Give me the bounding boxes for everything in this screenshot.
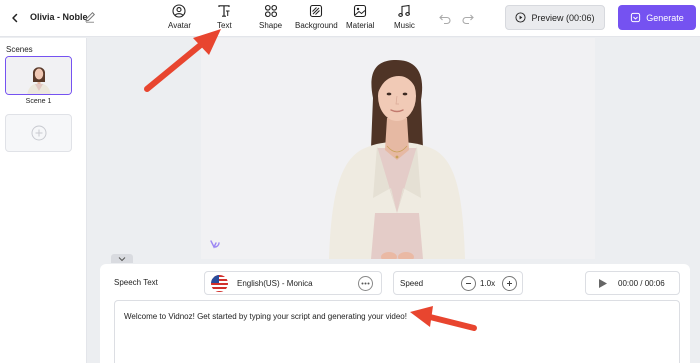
undo-icon [439,14,451,25]
script-text-input[interactable]: Welcome to Vidnoz! Get started by typing… [114,300,680,363]
undo-button[interactable] [438,11,452,25]
avatar-thumbnail-image [6,57,71,94]
pencil-icon [85,11,96,23]
playback-time: 00:00 / 00:06 [618,279,665,288]
tool-text[interactable]: Text [217,4,232,34]
redo-icon [462,14,474,25]
scene-label: Scene 1 [25,98,52,105]
generate-icon [631,12,641,23]
collapse-panel-button[interactable] [111,254,133,263]
speech-text-label: Speech Text [114,278,158,287]
scene-thumbnail[interactable] [5,56,72,95]
speed-increase-button[interactable] [502,276,517,291]
scenes-panel: Scenes Scene 1 [0,38,87,363]
chevron-left-icon [12,13,18,23]
speed-label: Speed [400,279,424,288]
tool-text-label: Text [217,21,232,30]
tool-avatar-label: Avatar [168,21,191,30]
play-circle-icon [515,12,527,23]
tool-avatar[interactable]: Avatar [168,4,191,34]
video-canvas[interactable] [201,38,595,259]
tool-background[interactable]: Background [295,4,338,34]
generate-button[interactable]: Generate [618,5,696,30]
tool-material[interactable]: Material [346,4,374,34]
material-icon [354,4,367,18]
plus-circle-icon [31,125,46,141]
tool-music-label: Music [394,21,415,30]
background-icon [310,4,323,18]
shape-icon [264,4,277,18]
back-button[interactable] [8,11,22,25]
tool-material-label: Material [346,21,375,30]
speed-decrease-button[interactable] [461,276,476,291]
tool-shape-label: Shape [259,21,283,30]
minus-icon [466,283,471,284]
chevron-down-icon [118,256,126,261]
voice-options-button[interactable] [358,276,373,291]
text-icon [218,5,230,17]
voice-name: English(US) - Monica [237,279,313,288]
us-flag-icon [211,275,228,292]
speed-value: 1.0x [480,279,496,288]
speed-control: Speed 1.0x [393,271,523,295]
tool-shape[interactable]: Shape [259,4,282,34]
generate-label: Generate [646,12,684,23]
redo-button[interactable] [461,11,475,25]
audio-player: 00:00 / 00:06 [585,271,680,295]
plus-icon [507,281,512,286]
voice-selector[interactable]: English(US) - Monica [204,271,382,295]
brand-logo-icon [209,238,221,250]
preview-label: Preview (00:06) [531,12,595,23]
avatar-figure [329,60,465,259]
play-icon[interactable] [598,278,608,289]
preview-button[interactable]: Preview (00:06) [505,5,605,30]
speech-editor-panel: Speech Text English(US) - Monica Speed 1… [100,264,690,363]
edit-name-button[interactable] [83,10,97,24]
more-dots-icon [361,282,370,285]
scenes-title: Scenes [6,45,33,54]
tool-music[interactable]: Music [394,4,415,34]
add-scene-button[interactable] [5,114,72,152]
tool-background-label: Background [295,21,338,30]
project-name: Olivia - Noble [30,12,88,22]
top-toolbar: Olivia - Noble Avatar Text Shape Backgro… [0,0,700,37]
music-icon [398,4,411,17]
avatar-icon [172,4,187,18]
